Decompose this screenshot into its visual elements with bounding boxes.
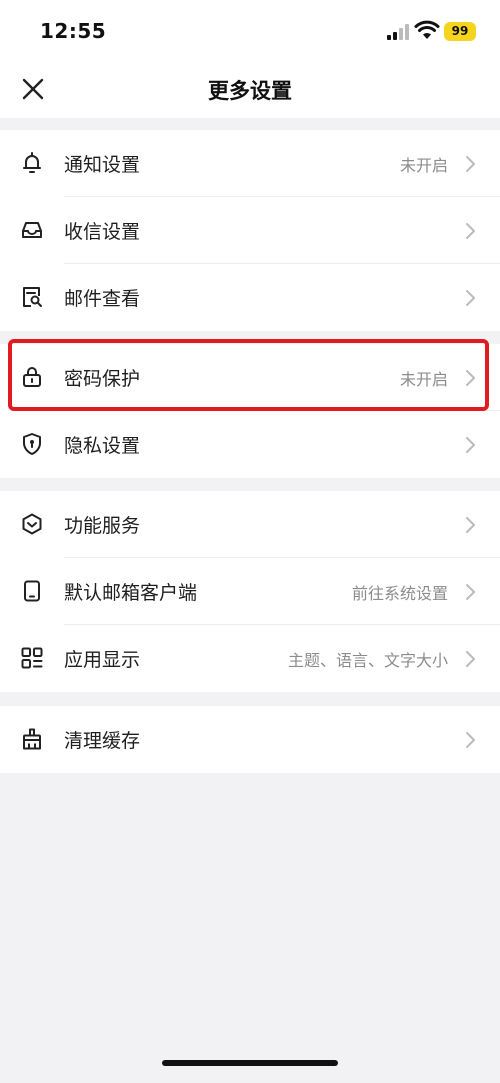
row-label: 密码保护 [64,368,141,390]
settings-row-receive[interactable]: 收信设置 [0,197,500,264]
broom-icon [23,728,41,750]
service-icon [22,513,42,535]
chevron-right-icon [466,732,475,748]
settings-row-default-client[interactable]: 默认邮箱客户端 前往系统设置 [0,558,500,625]
settings-group-security: 密码保护 未开启 隐私设置 [0,344,500,478]
mail-view-icon [23,287,42,307]
row-value: 未开启 [399,156,448,175]
row-label: 隐私设置 [64,435,141,457]
row-label: 应用显示 [64,649,141,671]
row-value: 未开启 [399,370,448,389]
row-value: 主题、语言、文字大小 [287,651,448,670]
lock-icon [23,367,41,387]
row-label: 清理缓存 [64,730,141,752]
settings-row-notification[interactable]: 通知设置 未开启 [0,130,500,197]
row-value: 前往系统设置 [351,584,448,603]
settings-row-app-display[interactable]: 应用显示 主题、语言、文字大小 [0,625,500,692]
settings-row-clear-cache[interactable]: 清理缓存 [0,706,500,773]
phone-icon [24,580,40,602]
chevron-right-icon [466,651,475,667]
settings-page: 12:55 99 更多设置 通知设置 未开启 收信设置 邮件查看 密码保护 未开… [0,0,500,1083]
chevron-right-icon [466,290,475,306]
settings-row-mail-view[interactable]: 邮件查看 [0,264,500,331]
row-label: 收信设置 [64,221,141,243]
row-label: 默认邮箱客户端 [64,582,198,604]
settings-row-services[interactable]: 功能服务 [0,491,500,558]
settings-row-password-protection[interactable]: 密码保护 未开启 [0,344,500,411]
bell-icon [23,152,41,173]
shield-icon [23,433,41,455]
chevron-right-icon [466,437,475,453]
chevron-right-icon [466,370,475,386]
home-indicator [162,1060,338,1066]
chevron-right-icon [466,223,475,239]
chevron-right-icon [466,584,475,600]
status-time: 12:55 [40,19,107,43]
page-title: 更多设置 [208,79,292,103]
settings-group-general: 通知设置 未开启 收信设置 邮件查看 [0,130,500,331]
row-label: 通知设置 [64,154,141,176]
status-bar: 12:55 99 [0,0,500,64]
chevron-right-icon [466,517,475,533]
navigation-bar: 更多设置 [0,64,500,118]
settings-group-features: 功能服务 默认邮箱客户端 前往系统设置 应用显示 主题、语言、文字大小 [0,491,500,692]
grid-icon [21,647,43,669]
settings-group-storage: 清理缓存 [0,706,500,773]
row-label: 邮件查看 [64,288,141,310]
inbox-icon [22,222,42,238]
row-label: 功能服务 [64,515,141,537]
chevron-right-icon [466,156,475,172]
cellular-signal-icon [387,24,409,40]
settings-row-privacy[interactable]: 隐私设置 [0,411,500,478]
wifi-icon [414,20,440,39]
battery-indicator: 99 [444,22,476,41]
